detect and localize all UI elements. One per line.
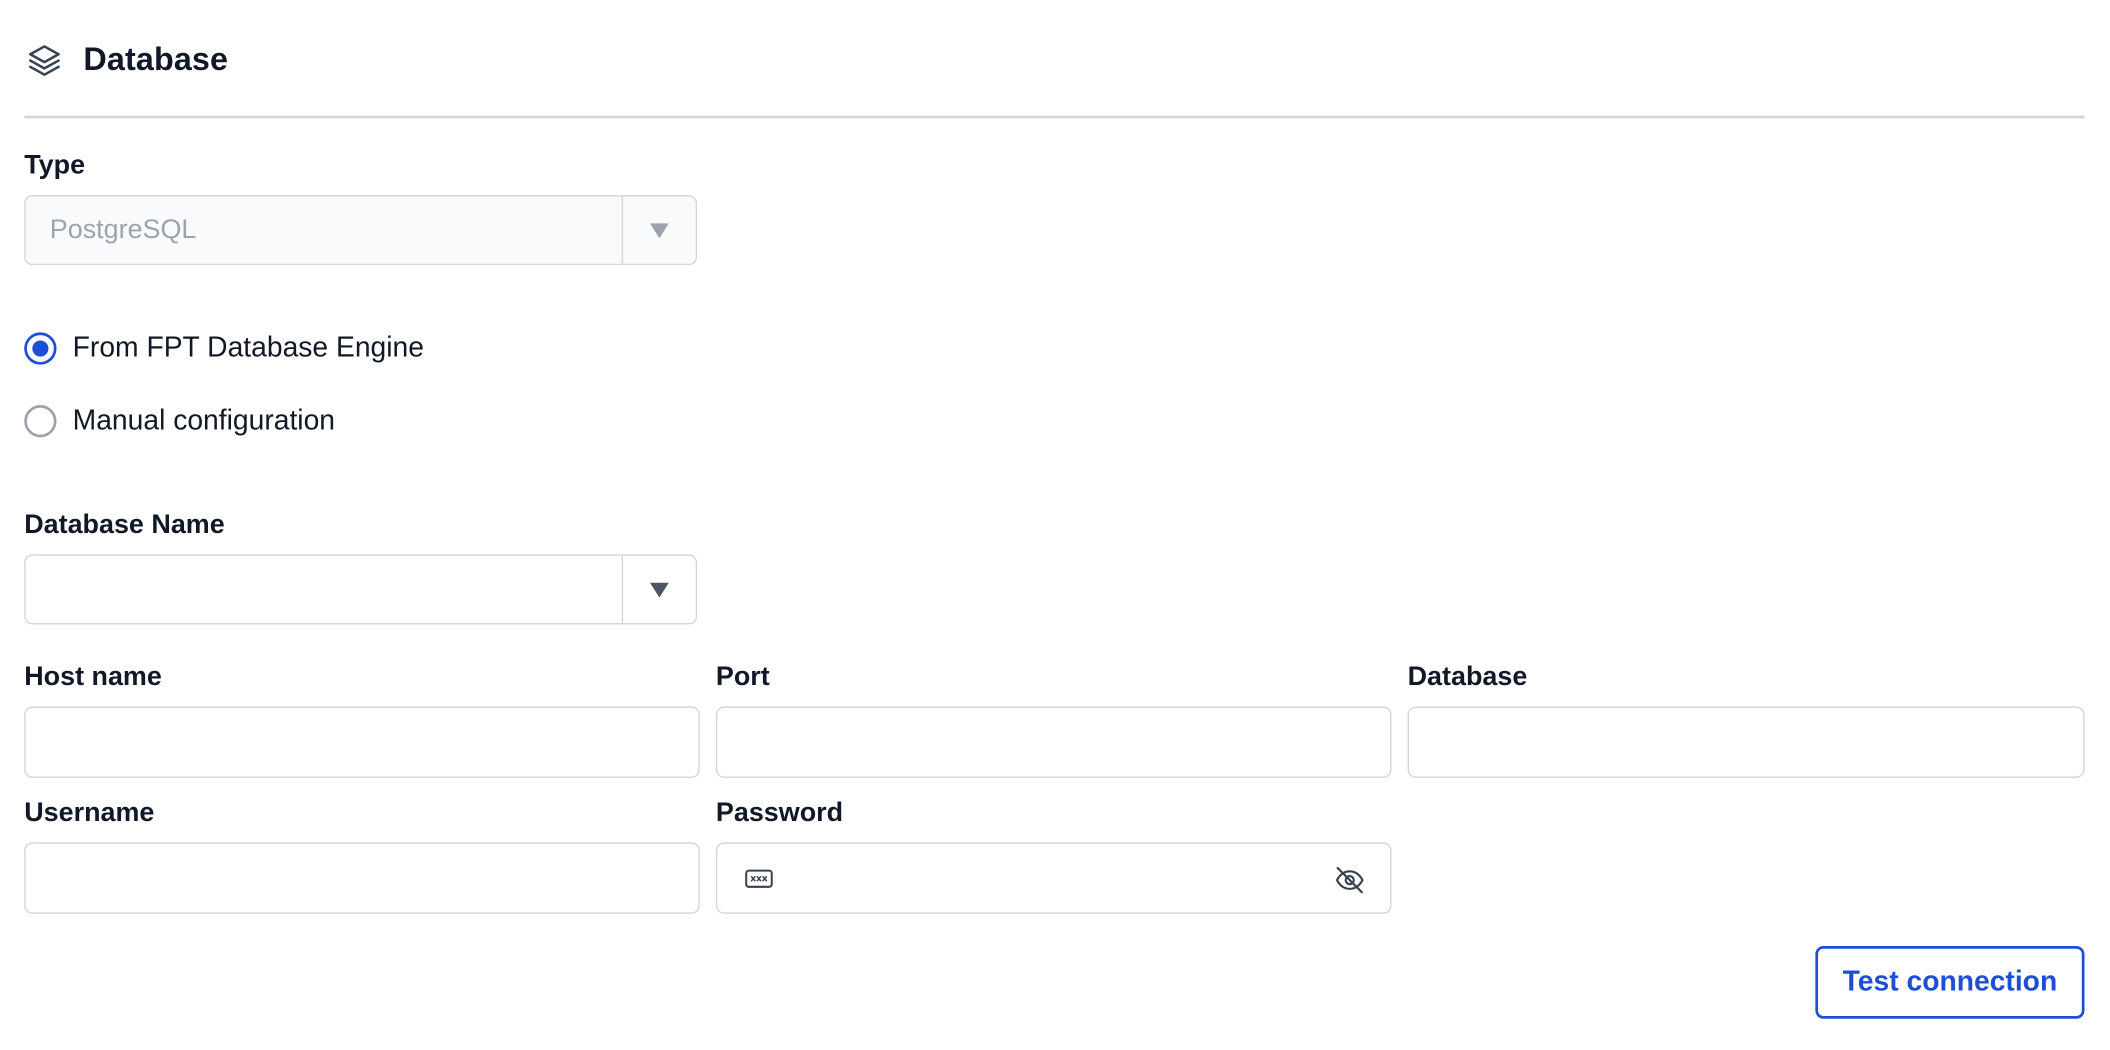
radio-button-checked[interactable] — [24, 332, 57, 365]
port-field[interactable] — [715, 706, 1392, 778]
host-name-label: Host name — [24, 662, 162, 692]
section-title: Database — [83, 41, 229, 79]
section-header: Database — [24, 40, 228, 80]
database-name-select[interactable] — [24, 554, 698, 625]
database-field[interactable] — [1407, 706, 2085, 778]
caret-down-icon — [649, 222, 669, 238]
test-connection-button[interactable]: Test connection — [1815, 946, 2085, 1019]
type-label: Type — [24, 150, 86, 181]
type-select-value: PostgreSQL — [49, 214, 197, 245]
radio-from-fpt-database-engine[interactable]: From FPT Database Engine — [24, 332, 425, 365]
port-input[interactable] — [717, 707, 1391, 777]
eye-off-icon[interactable] — [1334, 864, 1366, 896]
host-name-input[interactable] — [25, 707, 699, 777]
radio-label: From FPT Database Engine — [72, 332, 425, 364]
type-select-toggle[interactable] — [621, 196, 696, 264]
database-input[interactable] — [1408, 707, 2084, 777]
database-label: Database — [1407, 662, 1528, 692]
layers-icon — [24, 40, 64, 80]
host-name-field[interactable] — [24, 706, 700, 778]
database-name-select-toggle[interactable] — [621, 555, 696, 624]
type-select[interactable]: PostgreSQL — [24, 195, 698, 266]
radio-manual-configuration[interactable]: Manual configuration — [24, 405, 336, 438]
username-label: Username — [24, 798, 155, 828]
radio-button-unchecked[interactable] — [24, 405, 57, 438]
database-settings-panel: Database Type PostgreSQL From FPT Databa… — [0, 0, 2110, 1050]
database-name-select-value — [26, 556, 622, 623]
password-label: Password — [715, 798, 844, 828]
port-label: Port — [715, 662, 770, 692]
password-dots-icon — [744, 865, 774, 892]
radio-label: Manual configuration — [72, 405, 336, 437]
database-name-label: Database Name — [24, 510, 225, 540]
password-field[interactable] — [715, 842, 1392, 914]
username-field[interactable] — [24, 842, 700, 914]
password-input[interactable] — [717, 843, 1391, 913]
header-divider — [24, 115, 2085, 119]
caret-down-icon — [649, 582, 669, 597]
username-input[interactable] — [25, 843, 699, 913]
